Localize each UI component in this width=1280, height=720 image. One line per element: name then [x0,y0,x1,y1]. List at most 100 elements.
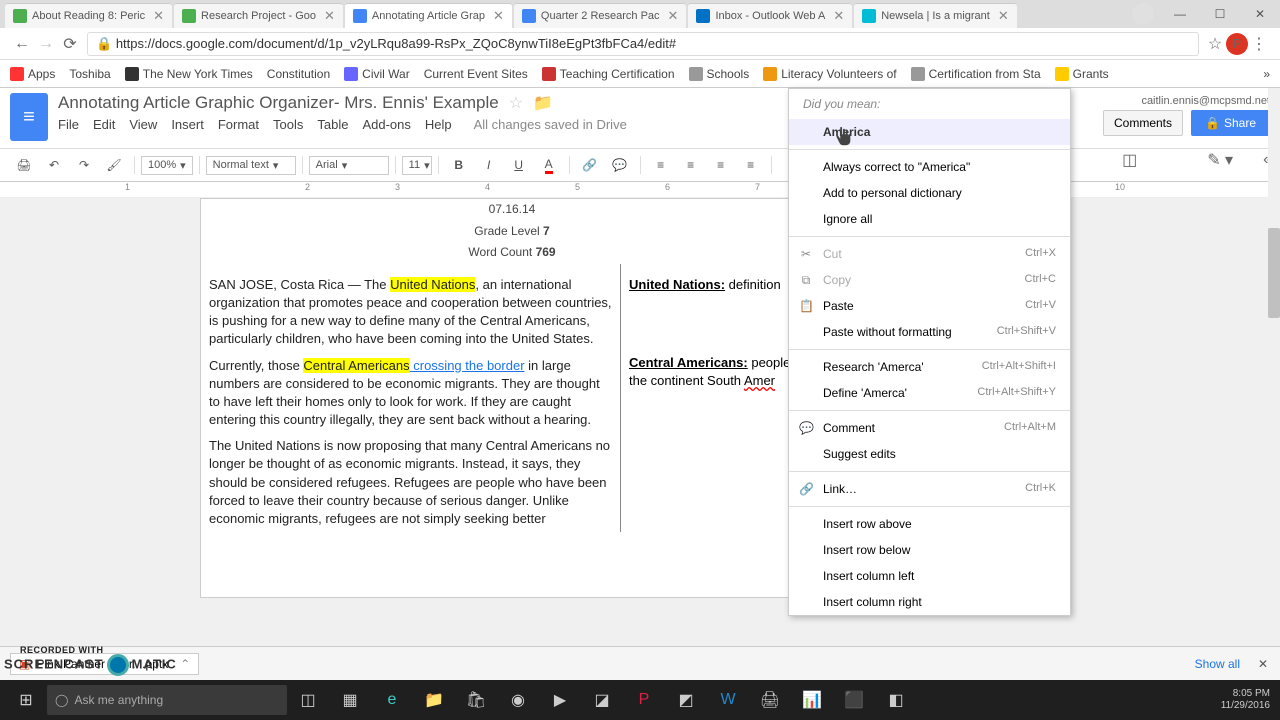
insert-col-right[interactable]: Insert column right [789,589,1070,615]
bookmark-item[interactable]: Literacy Volunteers of [763,67,896,81]
comments-button[interactable]: Comments [1103,110,1183,136]
docs-logo-icon[interactable]: ≡ [10,93,48,141]
taskbar-app[interactable]: ▶ [539,682,581,718]
user-avatar[interactable] [1132,3,1154,25]
folder-icon[interactable]: 📁 [533,93,553,113]
taskbar-app[interactable]: ◩ [665,682,707,718]
pinterest-extension-icon[interactable]: P [1226,33,1248,55]
bookmark-item[interactable]: The New York Times [125,67,253,81]
tab-close-icon[interactable]: ✕ [998,8,1009,24]
task-view-icon[interactable]: ◫ [287,682,329,718]
bookmark-apps[interactable]: Apps [10,67,55,81]
tab-close-icon[interactable]: ✕ [833,8,844,24]
window-close-icon[interactable]: ✕ [1240,0,1280,28]
menu-edit[interactable]: Edit [93,117,115,132]
forward-button[interactable]: → [34,35,58,53]
back-button[interactable]: ← [10,35,34,53]
menu-view[interactable]: View [129,117,157,132]
comment-icon[interactable]: 💬 [606,153,634,177]
paste-item[interactable]: 📋PasteCtrl+V [789,293,1070,319]
bookmark-item[interactable]: Schools [689,67,750,81]
browser-tab[interactable]: Quarter 2 Research Pac✕ [514,3,687,28]
align-center-icon[interactable]: ≡ [677,153,705,177]
text-color-icon[interactable]: A [535,153,563,177]
paint-format-icon[interactable]: 🖌 [100,153,128,177]
article-text[interactable]: SAN JOSE, Costa Rica — The United Nation… [201,264,621,532]
document-page[interactable]: 07.16.14 Grade Level 7 Word Count 769 SA… [200,198,824,598]
menu-file[interactable]: File [58,117,79,132]
print-icon[interactable]: 🖨 [10,153,38,177]
spell-suggestion[interactable]: America [789,119,1070,145]
bookmark-item[interactable]: Grants [1055,67,1109,81]
style-select[interactable]: Normal text ▾ [206,156,296,175]
taskbar-app[interactable]: ◧ [875,682,917,718]
user-email[interactable]: caitlin.ennis@mcpsmd.net [1141,95,1270,107]
file-explorer-icon[interactable]: 📁 [413,682,455,718]
word-icon[interactable]: W [707,682,749,718]
link-icon[interactable]: 🔗 [576,153,604,177]
research-item[interactable]: Research 'Amerca'Ctrl+Alt+Shift+I [789,354,1070,380]
tab-close-icon[interactable]: ✕ [493,8,504,24]
tab-close-icon[interactable]: ✕ [668,8,679,24]
bookmark-item[interactable]: Constitution [267,67,330,81]
article-link[interactable]: crossing the border [410,358,525,373]
menu-tools[interactable]: Tools [273,117,303,132]
bookmark-star-icon[interactable]: ☆ [1204,34,1226,54]
bookmark-item[interactable]: Teaching Certification [542,67,675,81]
comment-item[interactable]: 💬CommentCtrl+Alt+M [789,415,1070,441]
align-justify-icon[interactable]: ≡ [737,153,765,177]
add-to-dictionary[interactable]: Add to personal dictionary [789,180,1070,206]
scrollbar-thumb[interactable] [1268,228,1280,318]
scrollbar[interactable] [1268,88,1280,646]
align-left-icon[interactable]: ≡ [647,153,675,177]
font-select[interactable]: Arial ▾ [309,156,389,175]
menu-help[interactable]: Help [425,117,452,132]
undo-icon[interactable]: ↶ [40,153,68,177]
menu-insert[interactable]: Insert [171,117,204,132]
chrome-icon[interactable]: ◉ [497,682,539,718]
chevron-up-icon[interactable]: ⌃ [180,657,190,671]
suggest-edits-item[interactable]: Suggest edits [789,441,1070,467]
menu-addons[interactable]: Add-ons [362,117,410,132]
insert-col-left[interactable]: Insert column left [789,563,1070,589]
browser-tab[interactable]: Inbox - Outlook Web A✕ [688,3,852,28]
menu-table[interactable]: Table [317,117,348,132]
bold-icon[interactable]: B [445,153,473,177]
bookmark-item[interactable]: Toshiba [69,67,110,81]
taskbar-app[interactable]: ◪ [581,682,623,718]
share-button[interactable]: 🔒Share [1191,110,1270,136]
window-minimize-icon[interactable]: — [1160,0,1200,28]
paste-no-format-item[interactable]: Paste without formattingCtrl+Shift+V [789,319,1070,345]
system-clock[interactable]: 8:05 PM11/29/2016 [1221,688,1270,712]
menu-format[interactable]: Format [218,117,259,132]
document-title[interactable]: Annotating Article Graphic Organizer- Mr… [58,93,499,113]
powerpoint-icon[interactable]: P [623,682,665,718]
browser-tab[interactable]: Research Project - Goo✕ [174,3,343,28]
font-size-select[interactable]: 11 ▾ [402,156,432,175]
underline-icon[interactable]: U [505,153,533,177]
outline-icon[interactable]: ◫ [1122,150,1137,170]
zoom-select[interactable]: 100% ▾ [141,156,193,175]
chrome-menu-icon[interactable]: ⋮ [1248,34,1270,54]
insert-row-below[interactable]: Insert row below [789,537,1070,563]
browser-tab[interactable]: Newsela | Is a migrant✕ [854,3,1017,28]
star-icon[interactable]: ☆ [509,93,523,113]
bookmark-item[interactable]: Current Event Sites [424,67,528,81]
pdf-icon[interactable]: ⬛ [833,682,875,718]
ignore-all[interactable]: Ignore all [789,206,1070,232]
bookmark-item[interactable]: Civil War [344,67,410,81]
show-all-downloads[interactable]: Show all [1195,657,1240,671]
cortana-search[interactable]: ◯Ask me anything [47,685,287,715]
tab-close-icon[interactable]: ✕ [324,8,335,24]
define-item[interactable]: Define 'Amerca'Ctrl+Alt+Shift+Y [789,380,1070,406]
redo-icon[interactable]: ↷ [70,153,98,177]
close-icon[interactable]: ✕ [1258,657,1268,671]
bookmark-item[interactable]: Certification from Sta [911,67,1041,81]
always-correct[interactable]: Always correct to "America" [789,154,1070,180]
link-item[interactable]: 🔗Link…Ctrl+K [789,476,1070,502]
edge-icon[interactable]: e [371,682,413,718]
store-icon[interactable]: 🛍 [455,682,497,718]
taskbar-app[interactable]: 🖨 [749,682,791,718]
tab-close-icon[interactable]: ✕ [153,8,164,24]
start-button[interactable]: ⊞ [5,682,47,718]
